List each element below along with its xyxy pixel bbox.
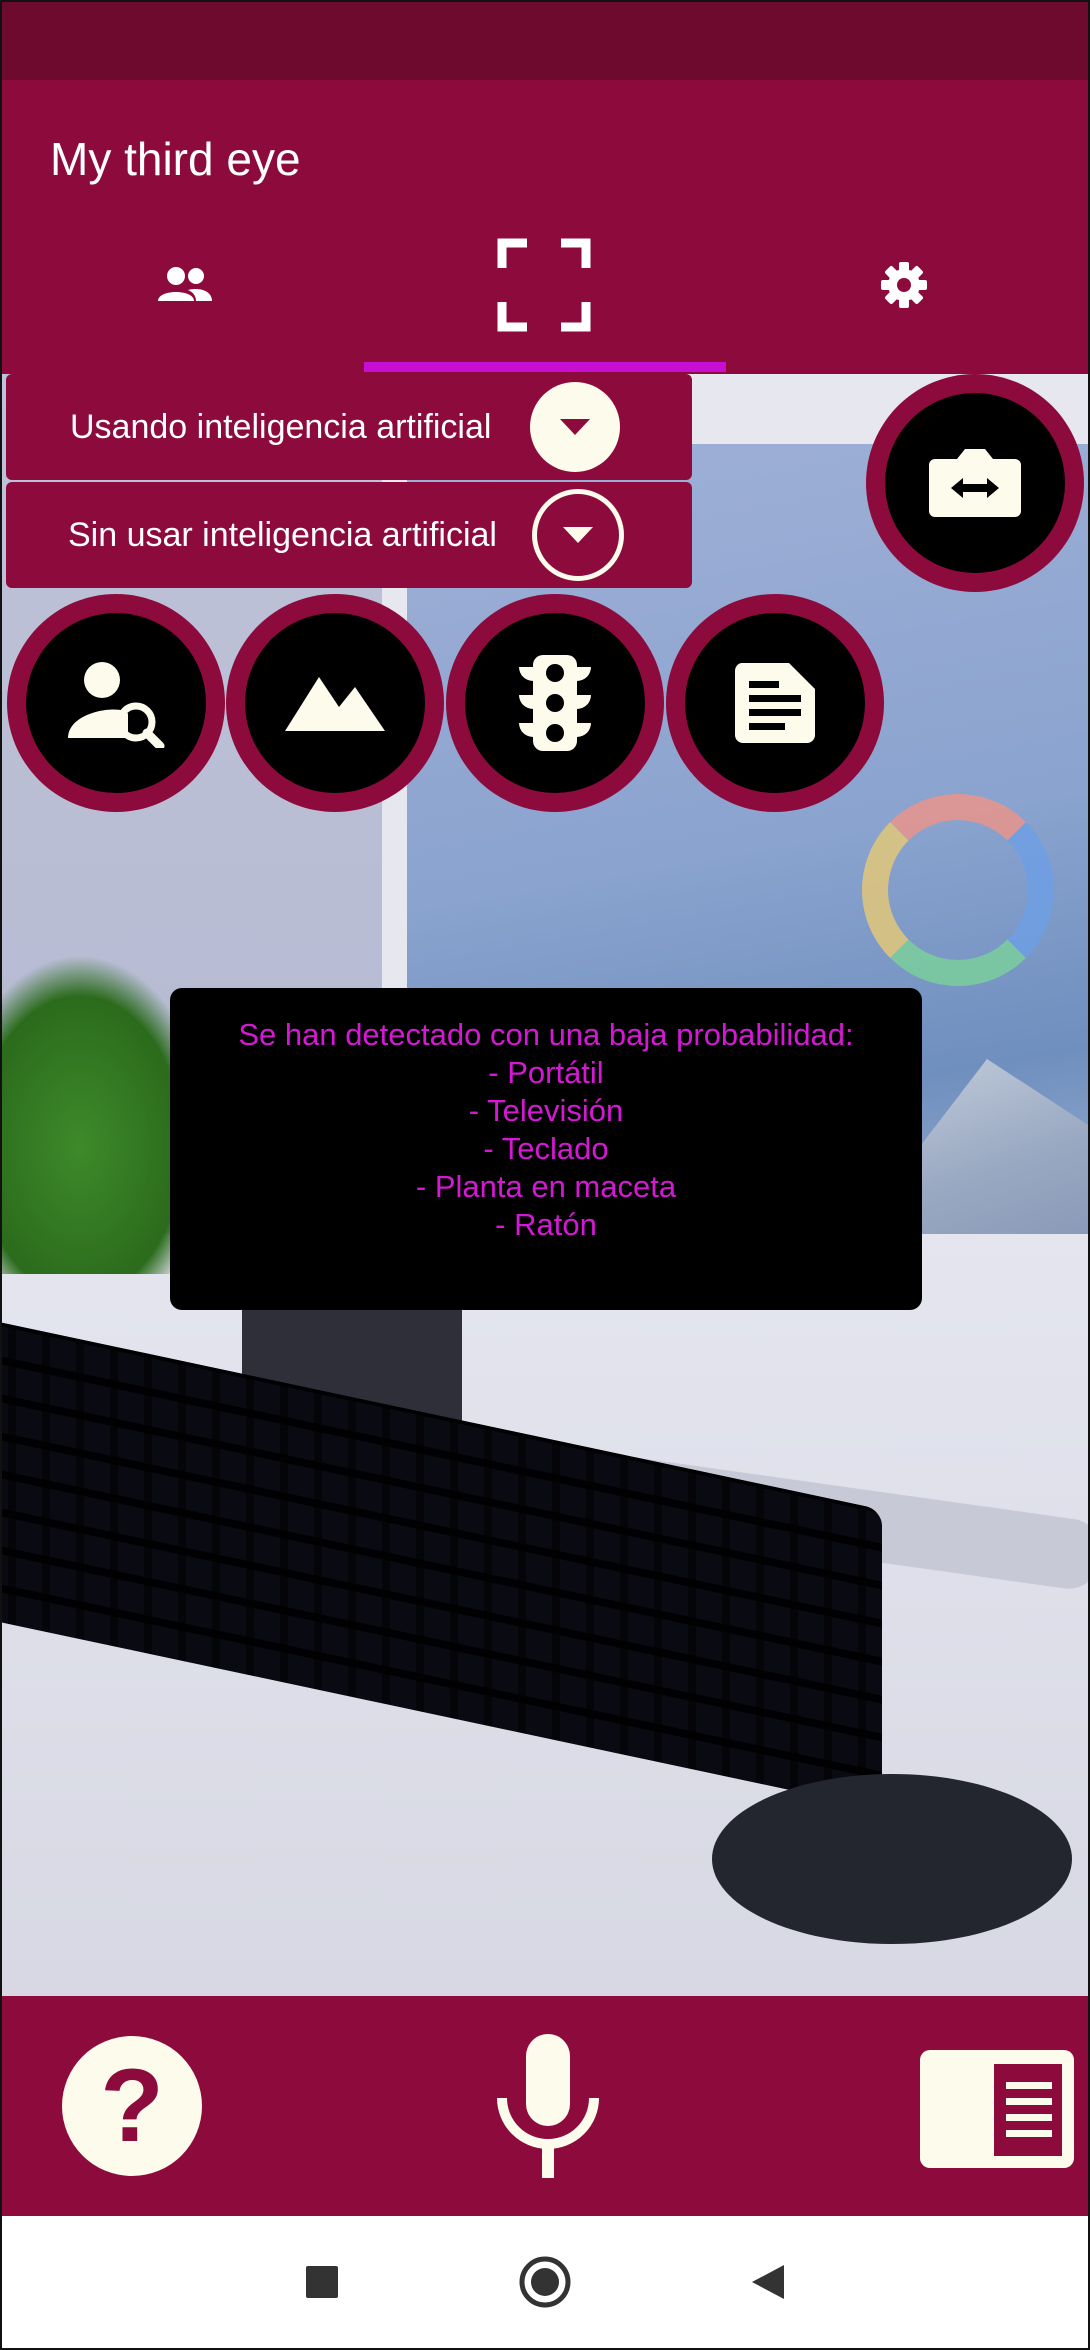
- detection-heading: Se han detectado con una baja probabilid…: [238, 1017, 854, 1052]
- square-icon: [306, 2266, 338, 2298]
- app-title: My third eye: [50, 133, 301, 185]
- use-ai-option[interactable]: Usando inteligencia artificial: [6, 374, 692, 480]
- no-ai-option[interactable]: Sin usar inteligencia artificial: [6, 482, 692, 588]
- detected-item: - Televisión: [468, 1093, 624, 1128]
- people-icon: [158, 267, 212, 301]
- switch-camera-icon: [929, 449, 1021, 517]
- detected-item: - Teclado: [483, 1131, 609, 1166]
- tab-scan[interactable]: [364, 230, 724, 340]
- tab-people[interactable]: [6, 230, 366, 340]
- document-button[interactable]: [666, 594, 884, 812]
- app-bar: My third eye: [2, 80, 1088, 374]
- status-bar: [2, 2, 1088, 80]
- back-button[interactable]: [738, 2252, 798, 2312]
- home-circle-icon: [519, 2256, 571, 2308]
- question-mark-icon: ?: [100, 2048, 164, 2164]
- no-ai-label: Sin usar inteligencia artificial: [68, 515, 497, 554]
- system-nav-bar: [2, 2216, 1088, 2348]
- traffic-light-button[interactable]: [446, 594, 664, 812]
- microphone-button[interactable]: [488, 2032, 608, 2182]
- landscape-icon: [285, 677, 385, 731]
- phone-screen: My third eye Usando inteligencia artific…: [0, 0, 1090, 2350]
- help-button[interactable]: ?: [62, 2036, 202, 2176]
- microphone-icon: [497, 2034, 599, 2178]
- chevron-down-icon[interactable]: [530, 382, 620, 472]
- detection-result-panel: Se han detectado con una baja probabilid…: [170, 988, 922, 1310]
- reader-button[interactable]: [920, 2050, 1074, 2168]
- detected-item: - Portátil: [488, 1055, 604, 1090]
- traffic-light-icon: [519, 655, 591, 751]
- reader-icon: [994, 2064, 1062, 2156]
- back-triangle-icon: [752, 2265, 784, 2299]
- home-button[interactable]: [515, 2252, 575, 2312]
- bottom-action-bar: ?: [2, 1996, 1088, 2216]
- switch-camera-button[interactable]: [866, 374, 1084, 592]
- person-search-icon: [68, 662, 165, 748]
- chevron-down-outline-icon[interactable]: [532, 489, 624, 581]
- document-icon: [734, 663, 815, 743]
- selected-tab-indicator: [364, 362, 726, 372]
- person-search-button[interactable]: [7, 594, 225, 812]
- tab-settings[interactable]: [724, 230, 1084, 340]
- recent-apps-button[interactable]: [292, 2252, 352, 2312]
- landscape-button[interactable]: [226, 594, 444, 812]
- scan-frame-icon: [497, 238, 591, 332]
- use-ai-label: Usando inteligencia artificial: [70, 407, 492, 446]
- gear-icon: [881, 262, 927, 308]
- detected-item: - Planta en maceta: [415, 1169, 677, 1204]
- mouse-image: [712, 1774, 1072, 1944]
- detected-item: - Ratón: [495, 1207, 597, 1242]
